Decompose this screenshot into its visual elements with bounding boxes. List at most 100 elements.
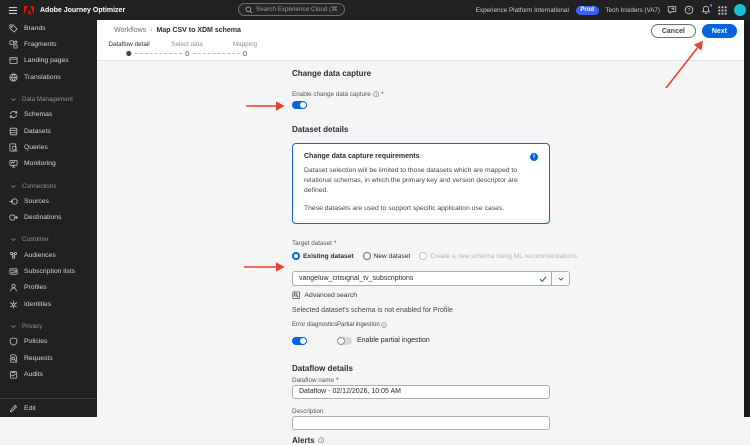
profiles-icon — [10, 284, 17, 292]
sidebar-item-identities[interactable]: Identities — [0, 296, 97, 312]
info-box-body-1: Dataset selection will be limited to tho… — [304, 167, 518, 194]
dataset-dropdown-button[interactable] — [551, 271, 570, 287]
error-diagnostics-label: Error diagnostics — [292, 322, 337, 328]
profile-note: Selected dataset's schema is not enabled… — [292, 306, 453, 314]
datasets-icon — [9, 127, 18, 135]
sidebar-item-landing-pages[interactable]: Landing pages — [0, 53, 97, 69]
org-name: Experience Platform International — [475, 6, 569, 14]
toggle-knob — [300, 102, 306, 108]
notification-badge — [708, 3, 713, 8]
destinations-icon — [9, 214, 18, 221]
brands-icon — [9, 24, 18, 33]
help-icon[interactable]: ? — [684, 5, 694, 15]
sidebar-item-audits[interactable]: Audits — [0, 366, 97, 382]
sidebar-item-monitoring[interactable]: Monitoring — [0, 156, 97, 172]
sidebar-item-queries[interactable]: Queries — [0, 139, 97, 155]
schemas-icon — [9, 111, 18, 119]
section-heading-dataflow-details: Dataflow details — [292, 363, 353, 373]
enable-cdc-toggle[interactable] — [292, 101, 307, 109]
breadcrumb-current: Map CSV to XDM schema — [156, 27, 241, 34]
sidebar-item-policies[interactable]: Policies — [0, 333, 97, 349]
fragments-icon — [9, 40, 18, 49]
sidebar-section-data-management[interactable]: Data Management — [0, 93, 97, 107]
sidebar-section-customer[interactable]: Customer — [0, 233, 97, 247]
feedback-icon[interactable] — [667, 5, 677, 15]
description-input[interactable] — [292, 415, 550, 430]
sidebar-nav: Brands Fragments Landing pages Translati… — [0, 20, 97, 417]
tenant-switcher[interactable]: Tech Insiders (VA7) — [606, 7, 660, 14]
sidebar-item-sources[interactable]: Sources — [0, 193, 97, 209]
breadcrumb-workflows[interactable]: Workflows — [114, 27, 146, 34]
adobe-logo — [24, 5, 34, 15]
sidebar-item-datasets[interactable]: Datasets — [0, 123, 97, 139]
window-edge-strip — [744, 20, 750, 417]
advanced-search-icon — [292, 291, 301, 300]
cdc-requirements-info-box: Change data capture requirements i Datas… — [292, 143, 550, 225]
user-avatar[interactable] — [734, 4, 746, 16]
menu-icon[interactable] — [8, 6, 18, 15]
sidebar-item-destinations[interactable]: Destinations — [0, 210, 97, 226]
radio-icon — [362, 252, 371, 261]
info-filled-icon[interactable]: i — [530, 153, 538, 161]
toggle-knob — [300, 337, 306, 344]
toggle-knob — [337, 336, 345, 345]
dataflow-name-label: Dataflow name — [292, 376, 334, 384]
target-dataset-radio-group: Existing dataset New dataset Create a ne… — [292, 252, 577, 261]
required-asterisk: * — [336, 376, 339, 384]
info-icon[interactable] — [318, 437, 325, 444]
dataset-input[interactable] — [293, 275, 551, 283]
sidebar-item-profiles[interactable]: Profiles — [0, 280, 97, 296]
description-label: Description — [292, 407, 324, 415]
top-nav-bar: Adobe Journey Optimizer Experience Platf… — [0, 0, 750, 20]
enable-partial-ingestion-label: Enable partial ingestion — [357, 337, 430, 345]
search-bar[interactable] — [238, 3, 345, 16]
sidebar-item-subscription-lists[interactable]: Subscription lists — [0, 263, 97, 279]
section-heading-dataset-details: Dataset details — [292, 125, 349, 134]
radio-selected-icon — [292, 252, 300, 261]
info-icon[interactable] — [381, 322, 387, 328]
advanced-search-link[interactable]: Advanced search — [292, 291, 572, 300]
next-button[interactable]: Next — [701, 24, 737, 38]
dataflow-name-input[interactable] — [292, 384, 550, 399]
step-label: Dataflow detail — [108, 41, 150, 48]
sidebar-edit-button[interactable]: Edit — [0, 398, 97, 417]
svg-text:?: ? — [688, 8, 691, 14]
chevron-down-icon — [558, 277, 563, 281]
error-diagnostics-toggle[interactable] — [292, 336, 307, 345]
radio-new-dataset[interactable]: New dataset — [362, 252, 410, 261]
identities-icon — [9, 300, 18, 309]
radio-existing-dataset[interactable]: Existing dataset — [292, 252, 354, 261]
info-icon[interactable] — [373, 91, 380, 98]
breadcrumb: Workflows › Map CSV to XDM schema — [114, 27, 241, 34]
required-asterisk: * — [333, 240, 337, 248]
step-label: Mapping — [232, 41, 258, 48]
dataset-combobox — [292, 271, 570, 287]
chevron-down-icon — [11, 325, 16, 329]
policies-icon — [9, 337, 18, 346]
sources-icon — [9, 198, 18, 205]
sidebar-section-privacy[interactable]: Privacy — [0, 319, 97, 333]
edit-pencil-icon — [9, 404, 17, 412]
sidebar-item-requests[interactable]: Requests — [0, 350, 97, 366]
sidebar-item-fragments[interactable]: Fragments — [0, 36, 97, 52]
partial-ingestion-toggle[interactable] — [337, 336, 352, 345]
sidebar-item-translations[interactable]: Translations — [0, 69, 97, 85]
search-icon — [245, 6, 253, 14]
sidebar-item-audiences[interactable]: Audiences — [0, 247, 97, 263]
step-dot — [184, 51, 190, 56]
workflow-header: Workflows › Map CSV to XDM schema Cancel… — [97, 20, 744, 61]
audiences-icon — [9, 251, 18, 259]
app-switcher-icon[interactable] — [718, 5, 727, 15]
sidebar-item-brands[interactable]: Brands — [0, 20, 97, 36]
notifications-bell-icon[interactable] — [701, 3, 713, 15]
section-heading-change-data-capture: Change data capture — [292, 69, 372, 78]
landing-pages-icon — [9, 57, 18, 65]
cancel-button[interactable]: Cancel — [650, 24, 696, 38]
translations-icon — [9, 73, 18, 82]
step-dot — [242, 51, 248, 56]
sidebar-item-schemas[interactable]: Schemas — [0, 107, 97, 123]
sidebar-section-connections[interactable]: Connections — [0, 179, 97, 193]
search-input[interactable] — [256, 6, 338, 13]
step-mapping[interactable]: Mapping — [233, 41, 257, 56]
radio-create-schema-ml: Create a new schema using ML recommendat… — [419, 252, 577, 261]
